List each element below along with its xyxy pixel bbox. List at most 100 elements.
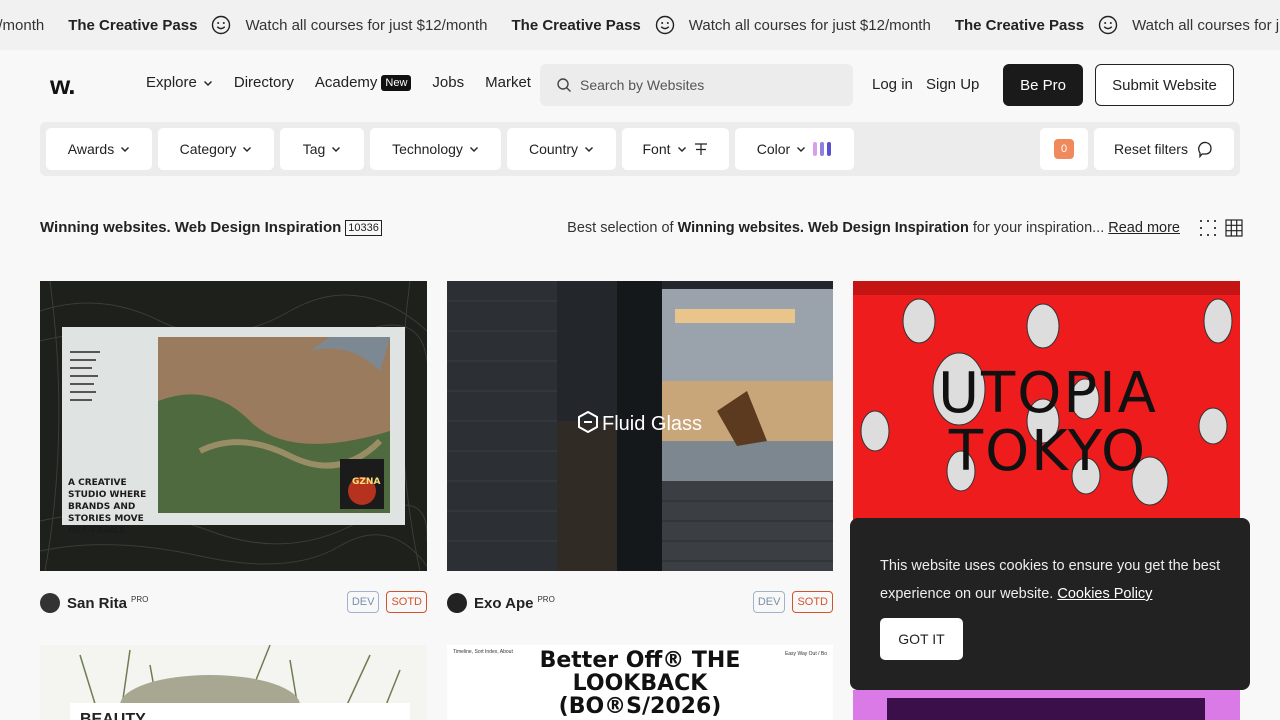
nav-jobs[interactable]: Jobs (432, 74, 464, 91)
filter-technology[interactable]: Technology (370, 128, 501, 170)
filter-country-label: Country (528, 141, 579, 157)
filter-country[interactable]: Country (507, 128, 616, 170)
card-footer: San Rita PRO DEV SOTD (40, 591, 427, 615)
signup-link[interactable]: Sign Up (926, 76, 979, 93)
nav-academy-label: Academy (314, 74, 378, 91)
site-thumbnail[interactable]: Fluid Glass (447, 281, 833, 571)
hex-logo-icon (577, 410, 598, 439)
search-icon (557, 78, 571, 92)
filter-font-label: Font (642, 141, 671, 157)
got-it-button[interactable]: GOT IT (880, 618, 963, 660)
thumb-corner: Easy Way Out / Bo (784, 651, 827, 657)
pro-label: PRO (131, 594, 149, 604)
site-header: w. Explore Directory Academy New Jobs Ma… (0, 50, 1280, 122)
submit-website-button[interactable]: Submit Website (1095, 64, 1234, 106)
page-title: Winning websites. Web Design Inspiration… (40, 219, 382, 236)
smile-icon (655, 15, 675, 35)
filter-category[interactable]: Category (158, 128, 274, 170)
thumb-badge: GZNA (352, 477, 381, 487)
dev-tag[interactable]: DEV (752, 591, 786, 613)
filter-color[interactable]: Color (735, 128, 854, 170)
marquee-title: The Creative Pass (68, 16, 198, 34)
filter-tag[interactable]: Tag (280, 128, 364, 170)
chevron-down-icon (677, 147, 686, 152)
be-pro-button[interactable]: Be Pro (1003, 64, 1083, 106)
thumb-nav: Timeline, Sort Index, About (453, 649, 513, 655)
reset-filters-button[interactable]: Reset filters (1094, 128, 1234, 170)
sotd-tag[interactable]: SOTD (792, 591, 833, 613)
cookie-banner: This website uses cookies to ensure you … (850, 518, 1250, 690)
main-nav: Explore Directory Academy New Jobs Marke… (146, 74, 552, 91)
desc-suffix: for your inspiration... (968, 220, 1105, 236)
chevron-down-icon (203, 80, 212, 86)
marquee-title: The Creative Pass (954, 16, 1085, 34)
marquee-text: Watch all courses for just $12/month (245, 16, 488, 34)
filter-bar: Awards Category Tag Technology Country F… (40, 122, 1240, 176)
chevron-down-icon (585, 147, 594, 152)
reset-icon (1197, 141, 1212, 158)
filter-awards-label: Awards (67, 141, 115, 157)
marquee-item: 2/month (0, 17, 44, 34)
thumb-logo-text: Fluid Glass (447, 410, 833, 439)
grid-large-view-icon[interactable] (1225, 219, 1243, 237)
login-link[interactable]: Log in (872, 76, 913, 93)
filter-color-label: Color (756, 141, 791, 157)
nav-market[interactable]: Market (485, 74, 531, 91)
smile-icon (211, 15, 231, 35)
chevron-down-icon (797, 147, 806, 152)
site-card-thumbnail[interactable]: Timeline, Sort Index, About Easy Way Out… (447, 645, 833, 720)
dev-tag[interactable]: DEV (346, 591, 380, 613)
site-card[interactable]: A CREATIVE STUDIO WHERE BRANDS AND STORI… (40, 281, 427, 613)
nav-directory[interactable]: Directory (234, 74, 294, 91)
marquee-text: Watch all courses for just $12/month (688, 16, 931, 34)
cookies-policy-link[interactable]: Cookies Policy (1057, 586, 1152, 602)
active-filter-count: 0 (1040, 128, 1088, 170)
nav-explore[interactable]: Explore (146, 74, 213, 91)
site-card-thumbnail[interactable]: BEAUTY (40, 645, 427, 720)
nav-academy[interactable]: Academy New (315, 74, 412, 91)
desc-bold: Winning websites. Web Design Inspiration (677, 220, 969, 236)
font-type-icon (694, 143, 707, 155)
marquee-item: The Creative Pass Watch all courses for … (931, 15, 1280, 35)
cookie-text: This website uses cookies to ensure you … (880, 558, 1221, 602)
chevron-down-icon (121, 147, 130, 152)
thumb-headline: UTOPIA TOKYO (938, 361, 1158, 484)
thumb-brand: Fluid Glass (601, 413, 703, 435)
marquee-item: The Creative Pass Watch all courses for … (488, 15, 931, 35)
pro-label: PRO (537, 594, 555, 604)
grid-small-view-icon[interactable] (1199, 219, 1217, 237)
avatar[interactable] (40, 593, 60, 613)
site-card[interactable]: Fluid Glass Exo Ape PRO DEV SOTD (447, 281, 833, 613)
filter-technology-label: Technology (392, 141, 463, 157)
site-card-thumbnail[interactable] (853, 690, 1240, 720)
filter-category-label: Category (179, 141, 237, 157)
new-badge: New (381, 74, 412, 91)
read-more-link[interactable]: Read more (1108, 220, 1180, 236)
card-footer: Exo Ape PRO DEV SOTD (447, 591, 833, 615)
nav-explore-label: Explore (146, 74, 197, 91)
site-name[interactable]: Exo Ape (474, 595, 533, 612)
rock-plants-image (40, 645, 427, 720)
smile-icon (1098, 15, 1118, 35)
sotd-tag[interactable]: SOTD (386, 591, 427, 613)
desc-prefix: Best selection of (567, 220, 678, 236)
search-box[interactable] (540, 64, 853, 106)
search-input[interactable] (580, 77, 840, 93)
cookie-message: This website uses cookies to ensure you … (880, 552, 1225, 608)
page-description: Best selection of Winning websites. Web … (567, 220, 1180, 236)
marquee-text: Watch all courses for just $12/month (1132, 16, 1280, 34)
results-count: 10336 (345, 219, 382, 236)
filter-count-badge: 0 (1054, 139, 1074, 159)
marquee-item: The Creative Pass Watch all courses for … (44, 15, 488, 35)
thumb-headline: BEAUTY (80, 711, 146, 720)
site-name[interactable]: San Rita (67, 595, 127, 612)
filter-font[interactable]: Font (622, 128, 729, 170)
site-thumbnail[interactable]: A CREATIVE STUDIO WHERE BRANDS AND STORI… (40, 281, 427, 571)
chevron-down-icon (243, 147, 252, 152)
promo-marquee[interactable]: 2/month The Creative Pass Watch all cour… (0, 0, 1280, 50)
filter-awards[interactable]: Awards (46, 128, 152, 170)
site-logo[interactable]: w. (50, 70, 76, 101)
color-swatch-icon (813, 142, 832, 156)
thumb-headline: A CREATIVE STUDIO WHERE BRANDS AND STORI… (68, 478, 147, 536)
avatar[interactable] (447, 593, 467, 613)
